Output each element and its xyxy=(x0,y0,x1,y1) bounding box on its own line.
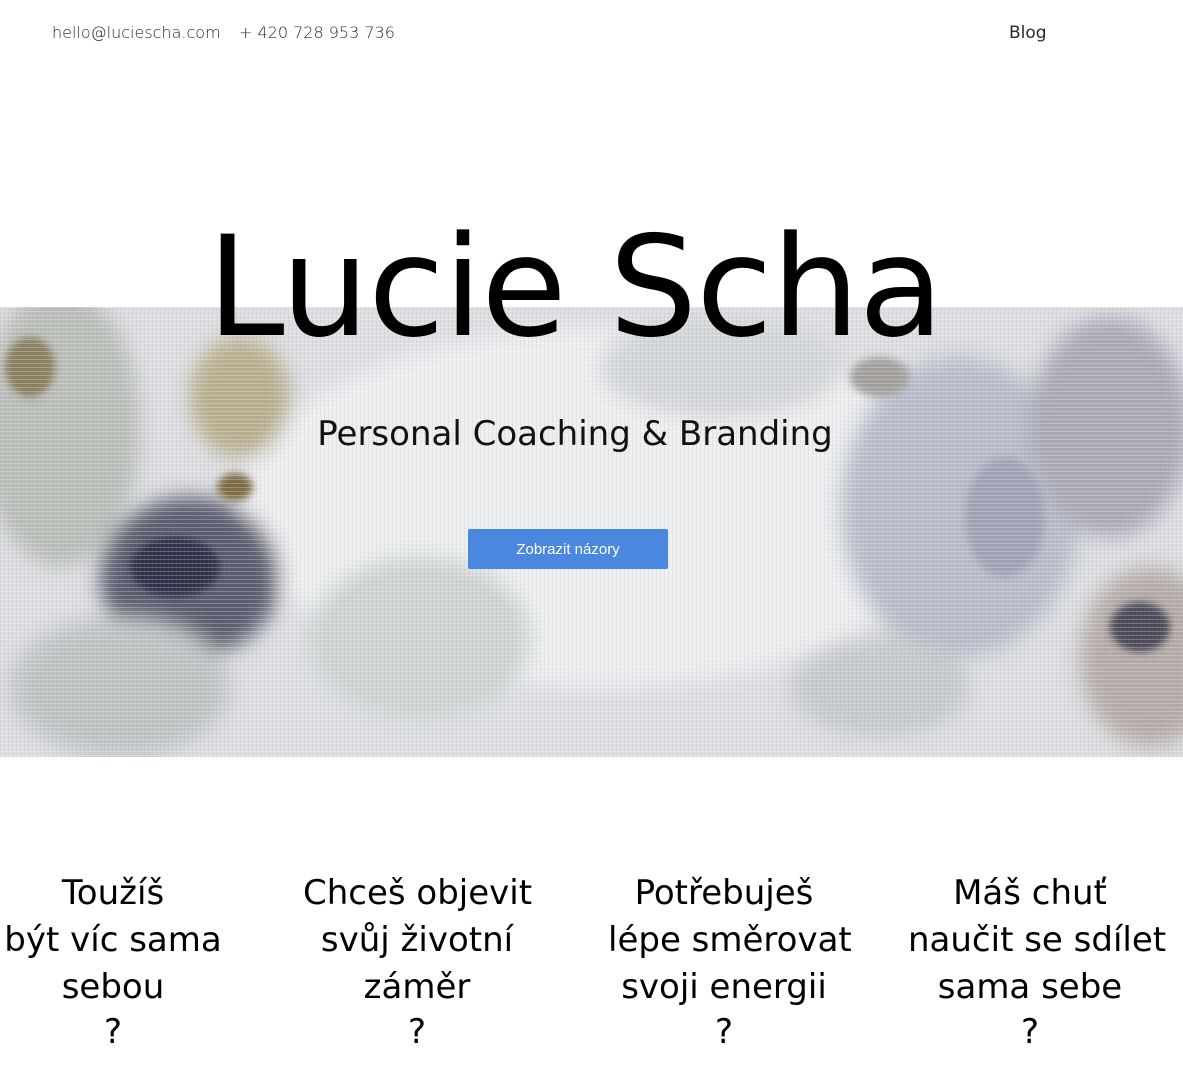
show-reviews-button[interactable]: Zobrazit názory xyxy=(468,529,668,569)
question-block: Toužíš být víc sama sebou ? xyxy=(0,870,226,1053)
question-line: sebou xyxy=(61,967,165,1007)
question-mark: ? xyxy=(407,1012,427,1052)
question-line: svoji energii xyxy=(621,967,827,1007)
question-block: Máš chuť naučit se sdílet sama sebe ? xyxy=(908,870,1167,1053)
email-link[interactable]: hello@luciescha.com xyxy=(52,23,221,42)
question-line: Chceš objevit xyxy=(303,873,533,913)
question-line: být víc sama xyxy=(4,920,222,960)
phone-link[interactable]: + 420 728 953 736 xyxy=(239,23,395,42)
site-subtitle: Personal Coaching & Branding xyxy=(317,414,833,454)
question-line: svůj životní xyxy=(320,920,514,960)
question-line: Toužíš xyxy=(61,873,165,913)
question-line: Máš chuť xyxy=(953,873,1107,913)
top-bar: hello@luciescha.com + 420 728 953 736 Bl… xyxy=(0,0,1183,66)
question-mark: ? xyxy=(1020,1012,1040,1052)
question-block: Potřebuješ lépe směrovat svoji energii ? xyxy=(608,870,852,1053)
question-mark: ? xyxy=(714,1012,734,1052)
question-line: záměr xyxy=(363,967,471,1007)
question-line: naučit se sdílet xyxy=(908,920,1167,960)
question-line: sama sebe xyxy=(937,967,1123,1007)
question-block: Chceš objevit svůj životní záměr ? xyxy=(303,870,533,1053)
nav-blog-link[interactable]: Blog xyxy=(1009,23,1047,43)
question-mark: ? xyxy=(103,1012,123,1052)
question-line: lépe směrovat xyxy=(608,920,852,960)
site-title: Lucie Scha xyxy=(207,206,944,368)
question-line: Potřebuješ xyxy=(634,873,814,913)
